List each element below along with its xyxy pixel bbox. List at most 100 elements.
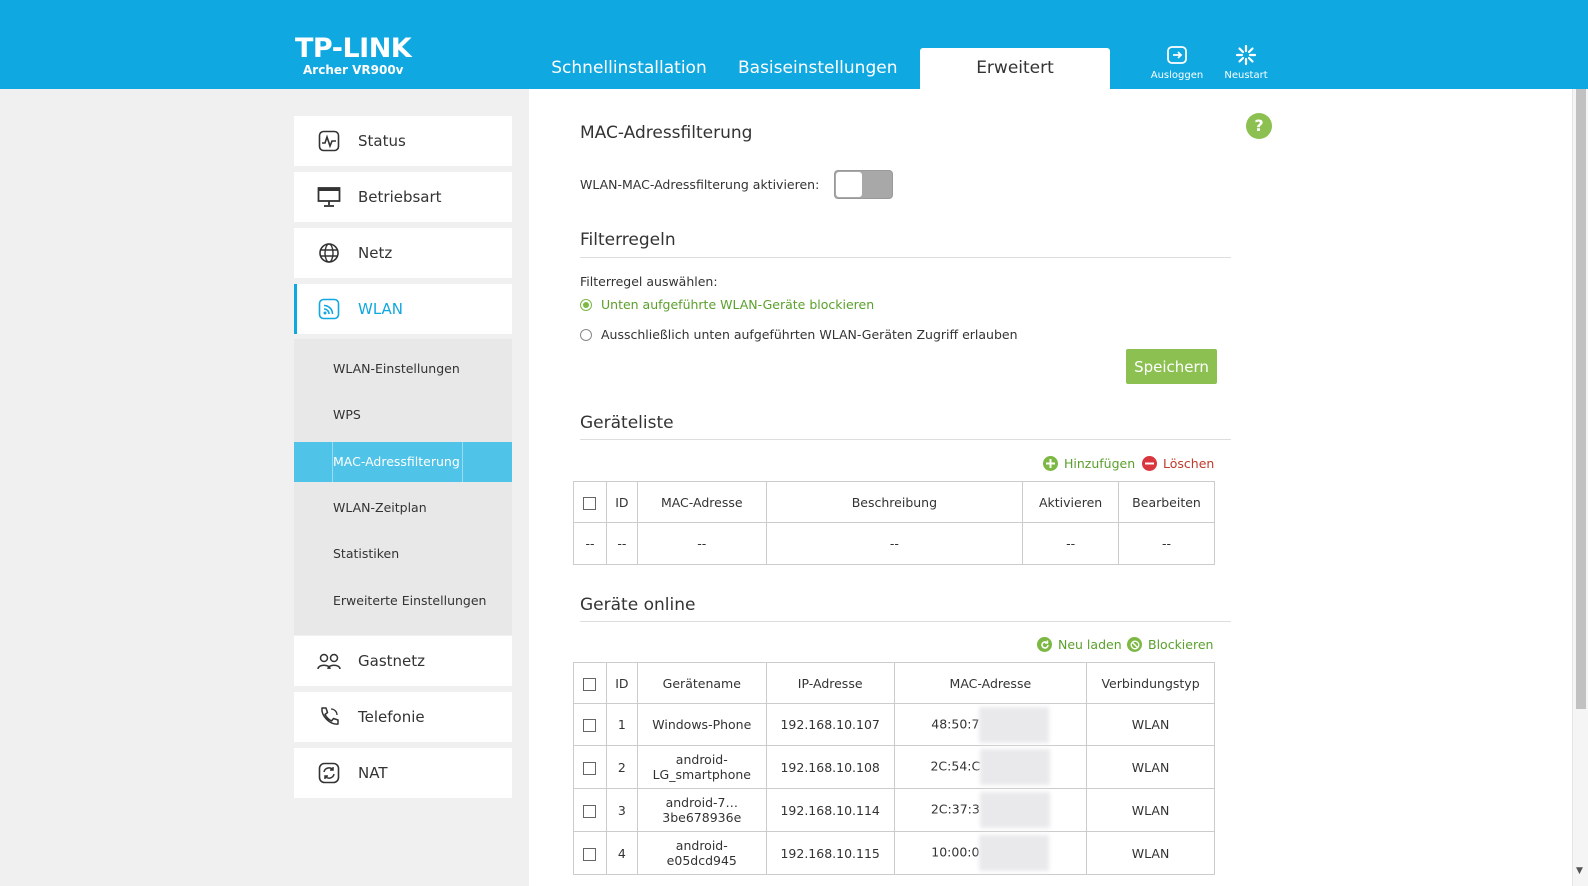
- col-header: Aktivieren: [1022, 481, 1120, 523]
- nat-icon: [316, 760, 342, 786]
- sidebar-item-nat[interactable]: NAT: [294, 748, 512, 798]
- delete-label: Löschen: [1163, 456, 1215, 471]
- logo: TP-LINK Archer VR900v: [295, 34, 412, 77]
- table-row: 1 Windows-Phone 192.168.10.107 48:50:7 W…: [573, 703, 1215, 746]
- save-button[interactable]: Speichern: [1126, 349, 1217, 384]
- scrollbar-thumb[interactable]: [1576, 89, 1586, 709]
- minus-icon: [1142, 456, 1157, 471]
- sidebar-item-netz[interactable]: Netz: [294, 228, 512, 278]
- sidebar-item-telefonie[interactable]: Telefonie: [294, 692, 512, 742]
- scroll-down-icon[interactable]: ▼: [1576, 866, 1583, 876]
- table-cell: --: [765, 522, 1024, 565]
- sidebar-item-status[interactable]: Status: [294, 116, 512, 166]
- radio-allow-devices[interactable]: Ausschließlich unten aufgeführten WLAN-G…: [580, 327, 1018, 342]
- table-cell: 192.168.10.114: [765, 788, 895, 832]
- select-all-checkbox[interactable]: [583, 496, 597, 510]
- submenu-statistiken[interactable]: Statistiken: [294, 534, 512, 574]
- col-header: Gerätename: [636, 662, 767, 704]
- submenu-wlan-zeitplan[interactable]: WLAN-Zeitplan: [294, 488, 512, 528]
- table-cell: android-e05dcd945: [636, 831, 767, 875]
- wlan-submenu: WLAN-Einstellungen WPS MAC-Adressfilteru…: [294, 339, 512, 635]
- table-cell: Windows-Phone: [636, 703, 767, 746]
- add-button[interactable]: Hinzufügen: [1043, 456, 1135, 471]
- tab-schnellinstallation[interactable]: Schnellinstallation: [548, 48, 710, 89]
- submenu-mac-adressfilterung[interactable]: MAC-Adressfilterung: [294, 442, 512, 482]
- table-cell: 192.168.10.115: [765, 831, 895, 875]
- online-devices-title: Geräte online: [580, 595, 696, 615]
- model-name: Archer VR900v: [303, 63, 404, 77]
- table-cell: android-7…3be678936e: [636, 788, 767, 832]
- table-header-row: ID MAC-Adresse Beschreibung Aktivieren B…: [573, 481, 1215, 523]
- status-icon: [316, 128, 342, 154]
- table-cell: 2: [605, 745, 638, 789]
- radio-block-devices[interactable]: Unten aufgeführte WLAN-Geräte blockieren: [580, 297, 874, 312]
- sidebar-item-wlan[interactable]: WLAN: [294, 284, 512, 334]
- logout-icon: [1167, 46, 1187, 64]
- online-devices-table: ID Gerätename IP-Adresse MAC-Adresse Ver…: [573, 662, 1215, 875]
- logout-button[interactable]: Ausloggen: [1147, 44, 1207, 81]
- device-list-table: ID MAC-Adresse Beschreibung Aktivieren B…: [573, 481, 1215, 565]
- table-cell: 192.168.10.108: [765, 745, 895, 789]
- device-list-title: Geräteliste: [580, 413, 674, 433]
- block-button[interactable]: Blockieren: [1127, 637, 1213, 652]
- help-icon: ?: [1254, 116, 1264, 135]
- table-cell: 10:00:0: [893, 831, 1088, 875]
- redacted-mac: [979, 706, 1050, 743]
- sidebar-item-label: Gastnetz: [358, 652, 426, 670]
- redacted-mac: [980, 749, 1051, 785]
- add-label: Hinzufügen: [1064, 456, 1136, 471]
- divider: [580, 257, 1231, 258]
- refresh-icon: [1037, 637, 1052, 652]
- table-cell: WLAN: [1086, 745, 1215, 789]
- row-checkbox[interactable]: [583, 847, 597, 861]
- sidebar-item-label: WLAN: [358, 300, 404, 318]
- sidebar-item-label: Telefonie: [358, 708, 425, 726]
- row-checkbox-cell: [573, 703, 607, 746]
- reboot-label: Neustart: [1224, 70, 1268, 81]
- help-button[interactable]: ?: [1246, 113, 1272, 139]
- table-row: 4 android-e05dcd945 192.168.10.115 10:00…: [573, 831, 1215, 875]
- row-checkbox[interactable]: [583, 719, 597, 732]
- radio-button[interactable]: [580, 298, 592, 311]
- top-bar: TP-LINK Archer VR900v Schnellinstallatio…: [0, 0, 1588, 89]
- select-all-checkbox[interactable]: [583, 677, 597, 691]
- sidebar-item-label: Betriebsart: [358, 188, 442, 206]
- row-checkbox-cell: [573, 788, 607, 832]
- delete-button[interactable]: Löschen: [1142, 456, 1214, 471]
- col-header: Beschreibung: [765, 481, 1024, 523]
- col-header: Bearbeiten: [1118, 481, 1215, 523]
- table-row: 2 android-LG_smartphone 192.168.10.108 2…: [573, 745, 1215, 789]
- table-cell: WLAN: [1086, 831, 1215, 875]
- logout-label: Ausloggen: [1150, 70, 1204, 81]
- table-cell: 2C:37:3: [893, 788, 1088, 832]
- divider: [580, 439, 1231, 440]
- row-checkbox-cell: [573, 831, 607, 875]
- reload-label: Neu laden: [1058, 637, 1122, 652]
- enable-filter-label: WLAN-MAC-Adressfilterung aktivieren:: [580, 177, 820, 192]
- table-header-row: ID Gerätename IP-Adresse MAC-Adresse Ver…: [573, 662, 1215, 704]
- phone-icon: [316, 704, 342, 730]
- table-cell: 2C:54:C: [893, 745, 1088, 789]
- reload-button[interactable]: Neu laden: [1037, 637, 1122, 652]
- submenu-wps[interactable]: WPS: [294, 395, 512, 435]
- tab-erweitert[interactable]: Erweitert: [920, 48, 1110, 89]
- table-cell: 192.168.10.107: [765, 703, 895, 746]
- sidebar-item-betriebsart[interactable]: Betriebsart: [294, 172, 512, 222]
- submenu-erweiterte-einstellungen[interactable]: Erweiterte Einstellungen: [294, 581, 512, 621]
- submenu-wlan-einstellungen[interactable]: WLAN-Einstellungen: [294, 349, 512, 389]
- scrollbar[interactable]: ▼: [1572, 89, 1588, 886]
- select-all-cell: [573, 481, 607, 523]
- row-checkbox[interactable]: [583, 761, 597, 775]
- mac-value: 2C:37:3: [930, 801, 980, 817]
- radio-button[interactable]: [580, 328, 592, 341]
- tab-basiseinstellungen[interactable]: Basiseinstellungen: [738, 48, 897, 89]
- table-cell: --: [1022, 522, 1120, 565]
- sidebar-item-label: Netz: [358, 244, 393, 262]
- table-cell: 1: [605, 703, 638, 746]
- plus-icon: [1043, 456, 1058, 471]
- reboot-button[interactable]: Neustart: [1216, 44, 1276, 81]
- table-cell: WLAN: [1086, 788, 1215, 832]
- mac-filter-toggle[interactable]: [834, 170, 893, 199]
- sidebar-item-gastnetz[interactable]: Gastnetz: [294, 636, 512, 686]
- row-checkbox[interactable]: [583, 804, 597, 818]
